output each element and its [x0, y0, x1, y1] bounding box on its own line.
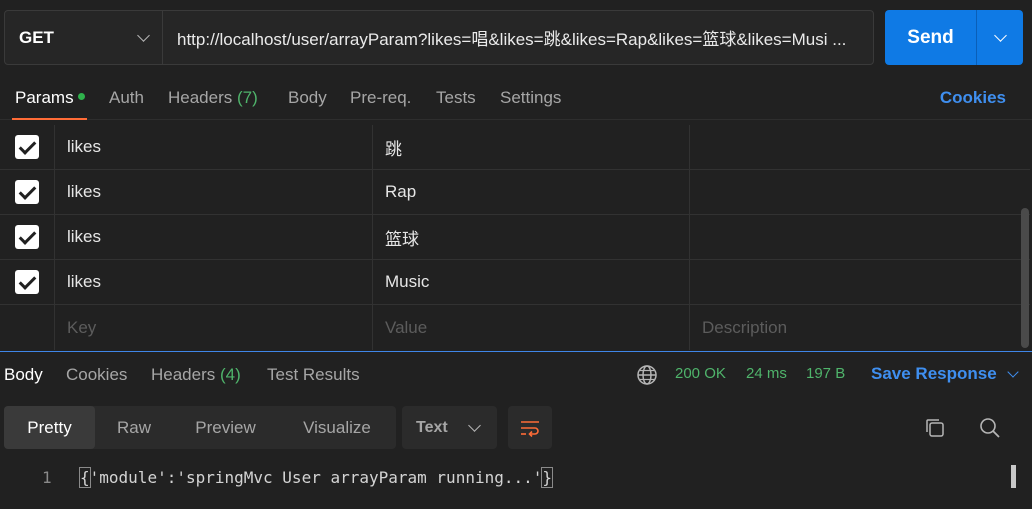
view-pretty-button[interactable]: Pretty [4, 406, 95, 449]
param-value[interactable]: 篮球 [373, 215, 690, 259]
row-checkbox[interactable] [15, 270, 39, 294]
param-value[interactable]: 跳 [373, 125, 690, 169]
search-icon[interactable] [978, 416, 1002, 440]
close-brace: } [541, 467, 553, 488]
params-active-dot [77, 93, 85, 100]
view-preview-button[interactable]: Preview [173, 406, 278, 449]
params-scrollbar[interactable] [1021, 208, 1029, 348]
response-body-editor[interactable]: 1 {'module':'springMvc User arrayParam r… [0, 462, 1032, 494]
url-input[interactable]: http://localhost/user/arrayParam?likes=唱… [163, 11, 873, 64]
format-select[interactable]: Text [402, 406, 497, 449]
response-size[interactable]: 197 B [806, 365, 845, 382]
tab-response-headers-label: Headers [151, 365, 216, 384]
tab-headers-label: Headers [168, 88, 233, 107]
param-key[interactable]: likes [55, 260, 373, 304]
save-response-label: Save Response [871, 364, 997, 383]
chevron-down-icon [468, 418, 481, 432]
tab-prereq[interactable]: Pre-req. [350, 88, 411, 108]
tab-params-label: Params [15, 88, 74, 107]
param-value[interactable]: Music [373, 260, 690, 304]
params-table: likes 跳 likes Rap likes 篮球 likes Music K… [0, 125, 1030, 351]
table-row-new: Key Value Description [0, 305, 1030, 350]
tab-headers[interactable]: Headers (7) [168, 88, 258, 108]
tab-auth[interactable]: Auth [109, 88, 144, 108]
view-mode-toggle: Pretty Raw Preview Visualize [4, 406, 396, 449]
table-row: likes Rap [0, 170, 1030, 215]
table-row: likes 跳 [0, 125, 1030, 170]
param-key[interactable]: likes [55, 170, 373, 214]
chevron-down-icon [993, 28, 1007, 42]
param-value[interactable]: Rap [373, 170, 690, 214]
param-key[interactable]: likes [55, 125, 373, 169]
method-select[interactable]: GET [5, 11, 163, 64]
row-checkbox[interactable] [15, 225, 39, 249]
row-checkbox[interactable] [15, 135, 39, 159]
code-line: {'module':'springMvc User arrayParam run… [79, 467, 553, 488]
response-time[interactable]: 24 ms [746, 365, 787, 382]
method-label: GET [19, 27, 54, 47]
wrap-lines-button[interactable] [508, 406, 552, 449]
param-description[interactable] [690, 215, 1030, 259]
table-row: likes Music [0, 260, 1030, 305]
chevron-down-icon [1007, 365, 1019, 378]
globe-icon[interactable] [636, 364, 658, 386]
tab-test-results[interactable]: Test Results [267, 365, 360, 385]
send-button-group: Send [885, 10, 1023, 65]
request-url-bar: GET http://localhost/user/arrayParam?lik… [4, 10, 874, 65]
send-button[interactable]: Send [885, 10, 977, 65]
open-brace: { [79, 467, 91, 488]
view-visualize-button[interactable]: Visualize [278, 406, 396, 449]
line-number: 1 [42, 468, 52, 487]
tab-response-cookies[interactable]: Cookies [66, 365, 127, 385]
param-description[interactable] [690, 170, 1030, 214]
copy-icon[interactable] [923, 416, 947, 440]
view-raw-button[interactable]: Raw [95, 406, 173, 449]
param-description[interactable] [690, 125, 1030, 169]
chevron-down-icon [137, 28, 150, 42]
new-key-input[interactable]: Key [55, 305, 373, 350]
tab-tests[interactable]: Tests [436, 88, 476, 108]
table-row: likes 篮球 [0, 215, 1030, 260]
format-label: Text [416, 418, 448, 436]
wrap-lines-icon [521, 420, 539, 437]
tab-response-body[interactable]: Body [4, 365, 43, 385]
cookies-link[interactable]: Cookies [940, 88, 1006, 108]
tab-settings[interactable]: Settings [500, 88, 561, 108]
tab-headers-count: (7) [237, 88, 258, 107]
response-tabs: Body Cookies Headers (4) Test Results 20… [0, 352, 1032, 394]
code-content: 'module':'springMvc User arrayParam runn… [89, 468, 543, 487]
param-description[interactable] [690, 260, 1030, 304]
send-options-button[interactable] [977, 10, 1023, 65]
status-code[interactable]: 200 OK [675, 365, 726, 382]
editor-scrollbar[interactable] [1011, 465, 1016, 488]
param-key[interactable]: likes [55, 215, 373, 259]
row-checkbox[interactable] [15, 180, 39, 204]
tab-response-headers[interactable]: Headers (4) [151, 365, 241, 385]
new-description-input[interactable]: Description [690, 305, 1030, 350]
request-tabs: Params Auth Headers (7) Body Pre-req. Te… [0, 78, 1032, 120]
active-tab-underline [12, 118, 87, 120]
save-response-button[interactable]: Save Response [871, 364, 1019, 384]
tab-body[interactable]: Body [288, 88, 327, 108]
new-value-input[interactable]: Value [373, 305, 690, 350]
tab-response-headers-count: (4) [220, 365, 241, 384]
tab-params[interactable]: Params [15, 88, 85, 108]
